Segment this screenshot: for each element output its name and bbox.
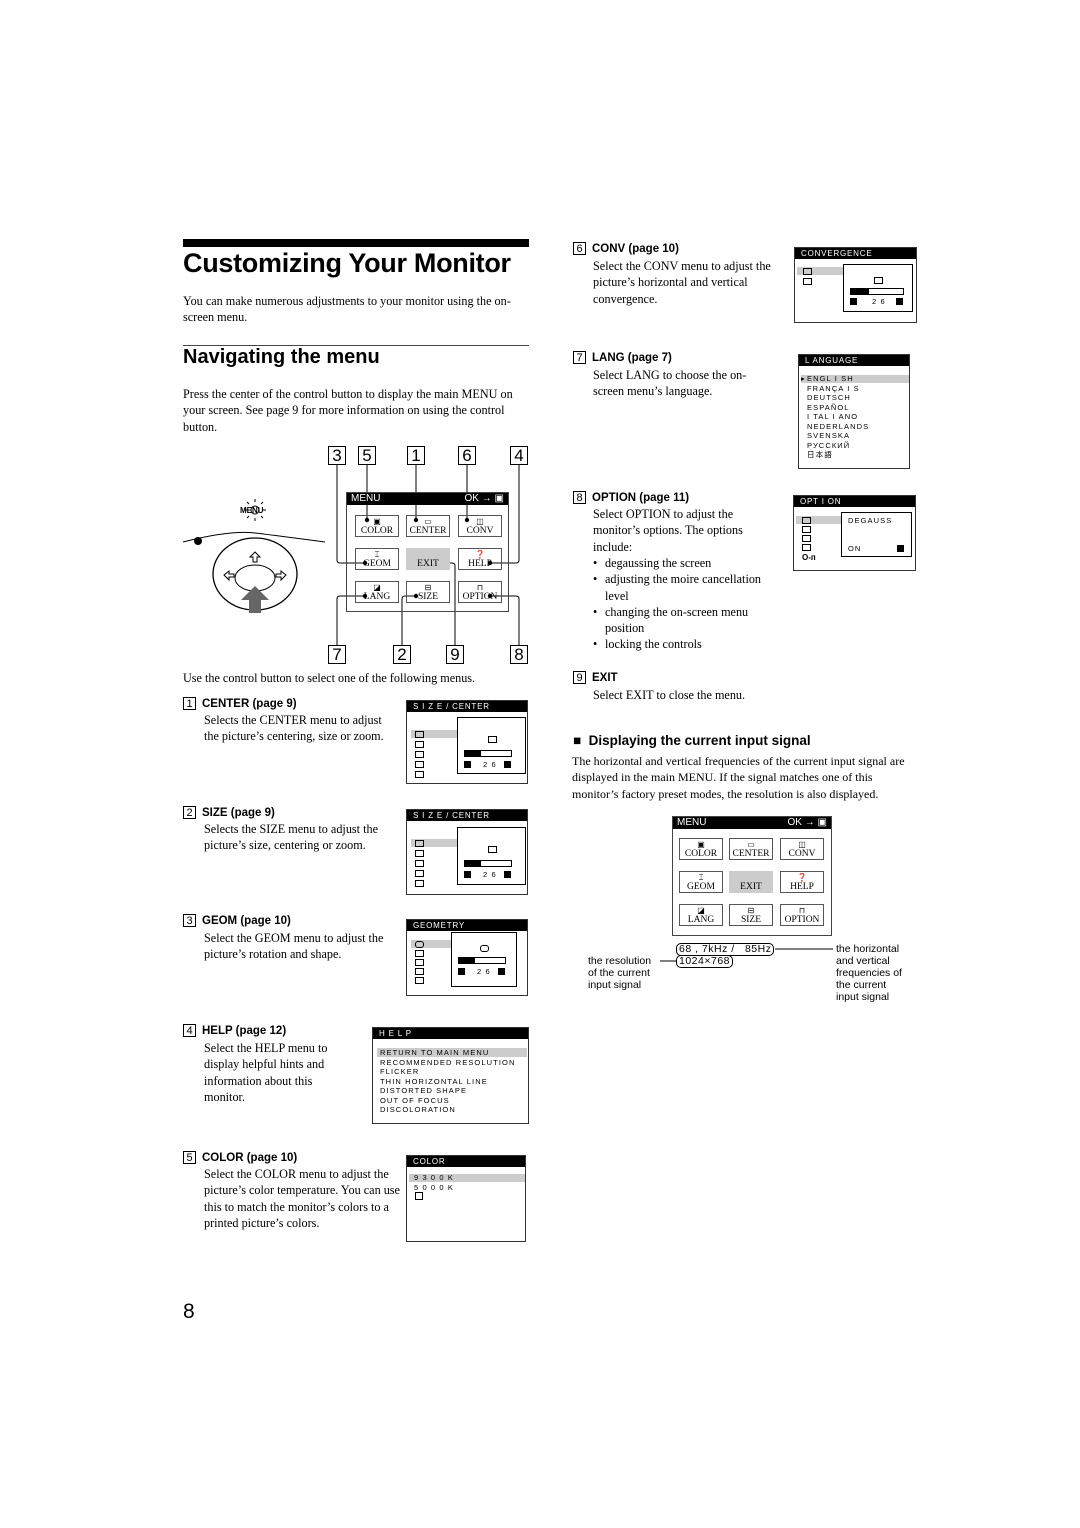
menu-ok-label: OK [464,493,479,504]
item-size-heading: 2 SIZE (page 9) [183,806,275,819]
item-option-text: Select OPTION to adjust the monitor’s op… [593,507,743,554]
color-icon [415,1192,423,1200]
menu-button-lang[interactable]: ◪ LANG [355,581,399,603]
vsize-icon [415,761,424,768]
signal-menu-conv: ◫ CONV [780,838,824,860]
signal-menu-exit: EXIT [729,871,773,893]
item-help-text: Select the HELP menu to display helpful … [204,1041,328,1104]
callout-7: 7 [328,645,346,664]
signal-title: ■ Displaying the current input signal [573,733,811,748]
item-option-heading: 8 OPTION (page 11) [573,491,689,504]
osd-language: L ANGUAGE ▸ ENGL I SH FRANÇA I S DEUTSCH… [798,354,910,469]
signal-leader-lines [660,948,833,962]
select-instruction: Use the control button to select one of … [183,671,476,685]
signal-menu-color: ▣ COLOR [679,838,723,860]
item-geom-text: Select the GEOM menu to adjust the pictu… [204,931,384,962]
intro-text: You can make numerous adjustments to you… [183,294,511,325]
section-intro: Press the center of the control button t… [183,387,513,434]
page-number: 8 [183,1300,195,1323]
title-rule [183,239,529,247]
control-menu-label: MENU [240,506,264,515]
menu-button-center[interactable]: ▭ CENTER [406,515,450,537]
zoom-icon [415,771,424,778]
help-icon: ❓ [475,550,485,559]
menu-button-option[interactable]: ⊓ OPTION [458,581,502,603]
menu-button-geom[interactable]: ⌶ GEOM [355,548,399,570]
callout-8: 8 [510,645,528,664]
menu-button-size[interactable]: ⊟ SIZE [406,581,450,603]
level-fill-1 [465,751,482,756]
item-color-text: Select the COLOR menu to adjust the pict… [204,1167,400,1230]
osd-convergence: CONVERGENCE 2 6 [794,247,917,323]
osd-size-center-2: S I Z E / CENTER 2 6 [406,809,528,895]
frequency-label: the horizontal and vertical frequencies … [836,943,902,1003]
item-geom-heading: 3 GEOM (page 10) [183,914,291,927]
signal-menu-help: ❓ HELP [780,871,824,893]
lang-icon: ◪ [373,583,381,592]
callout-1: 1 [407,446,425,465]
menu-title: MENU [351,493,381,504]
callout-6: 6 [458,446,476,465]
callout-9: 9 [446,645,464,664]
osd-geometry: GEOMETRY 2 6 [406,919,528,996]
osd-help: H E L P RETURN TO MAIN MENU RECOMMENDED … [372,1027,529,1124]
item-center-heading: 1 CENTER (page 9) [183,697,297,710]
osd-option: OPT I ON O‑ᴨ DEGAUSS ON [793,495,916,571]
item-conv-text: Select the CONV menu to adjust the pictu… [593,259,771,306]
section-title: Navigating the menu [183,346,380,368]
signal-menu-geom: ⌶ GEOM [679,871,723,893]
item-lang-text: Select LANG to choose the on-screen menu… [593,368,747,399]
color-icon: ▣ [373,517,381,526]
size-icon [415,741,424,748]
menu-button-conv[interactable]: ◫ CONV [458,515,502,537]
item-size-text: Selects the SIZE menu to adjust the pict… [204,822,378,853]
signal-text: The horizontal and vertical frequencies … [572,754,905,801]
page-title: Customizing Your Monitor [183,248,511,278]
signal-menu-lang: ◪ LANG [679,904,723,926]
conv-icon: ◫ [476,517,484,526]
language-options: ENGL I SH FRANÇA I S DEUTSCH ESPAÑOL I T… [807,374,870,459]
size-icon: ⊟ [424,583,432,592]
callout-lines [182,465,520,645]
callout-3: 3 [328,446,346,465]
item-exit-heading: 9 EXIT [573,671,618,684]
key-icon: O‑ᴨ [802,553,816,562]
signal-menu-option: ⊓ OPTION [780,904,824,926]
item-conv-heading: 6 CONV (page 10) [573,242,679,255]
osd-color: COLOR 9 3 0 0 K 5 0 0 0 K [406,1155,526,1242]
callout-5: 5 [358,446,376,465]
help-options: RETURN TO MAIN MENU RECOMMENDED RESOLUTI… [380,1048,516,1114]
item-help-heading: 4 HELP (page 12) [183,1024,286,1037]
geom-icon: ⌶ [374,550,380,559]
resolution-label: the resolution of the current input sign… [588,955,652,991]
callout-4: 4 [510,446,528,465]
callout-2: 2 [393,645,411,664]
item-lang-heading: 7 LANG (page 7) [573,351,672,364]
center-icon [415,731,424,738]
item-exit-text: Select EXIT to close the menu. [593,688,746,702]
hsize-icon [415,751,424,758]
item-center-text: Selects the CENTER menu to adjust the pi… [204,713,384,744]
menu-button-help[interactable]: ❓ HELP [458,548,502,570]
osd-size-center-1: S I Z E / CENTER 2 6 [406,700,528,784]
option-icon: ⊓ [476,583,484,592]
signal-menu-size: ⊟ SIZE [729,904,773,926]
menu-button-exit[interactable]: EXIT [406,548,450,570]
option-bullets: • degaussing the screen • adjusting the mo… [593,556,762,652]
control-diagram: 3 5 1 6 4 7 2 9 8 MENU MENU OK → ▣ ▣ COL… [0,0,1080,680]
item-color-heading: 5 COLOR (page 10) [183,1151,297,1164]
center-icon: ▭ [424,517,432,526]
menu-button-color[interactable]: ▣ COLOR [355,515,399,537]
signal-menu-center: ▭ CENTER [729,838,773,860]
